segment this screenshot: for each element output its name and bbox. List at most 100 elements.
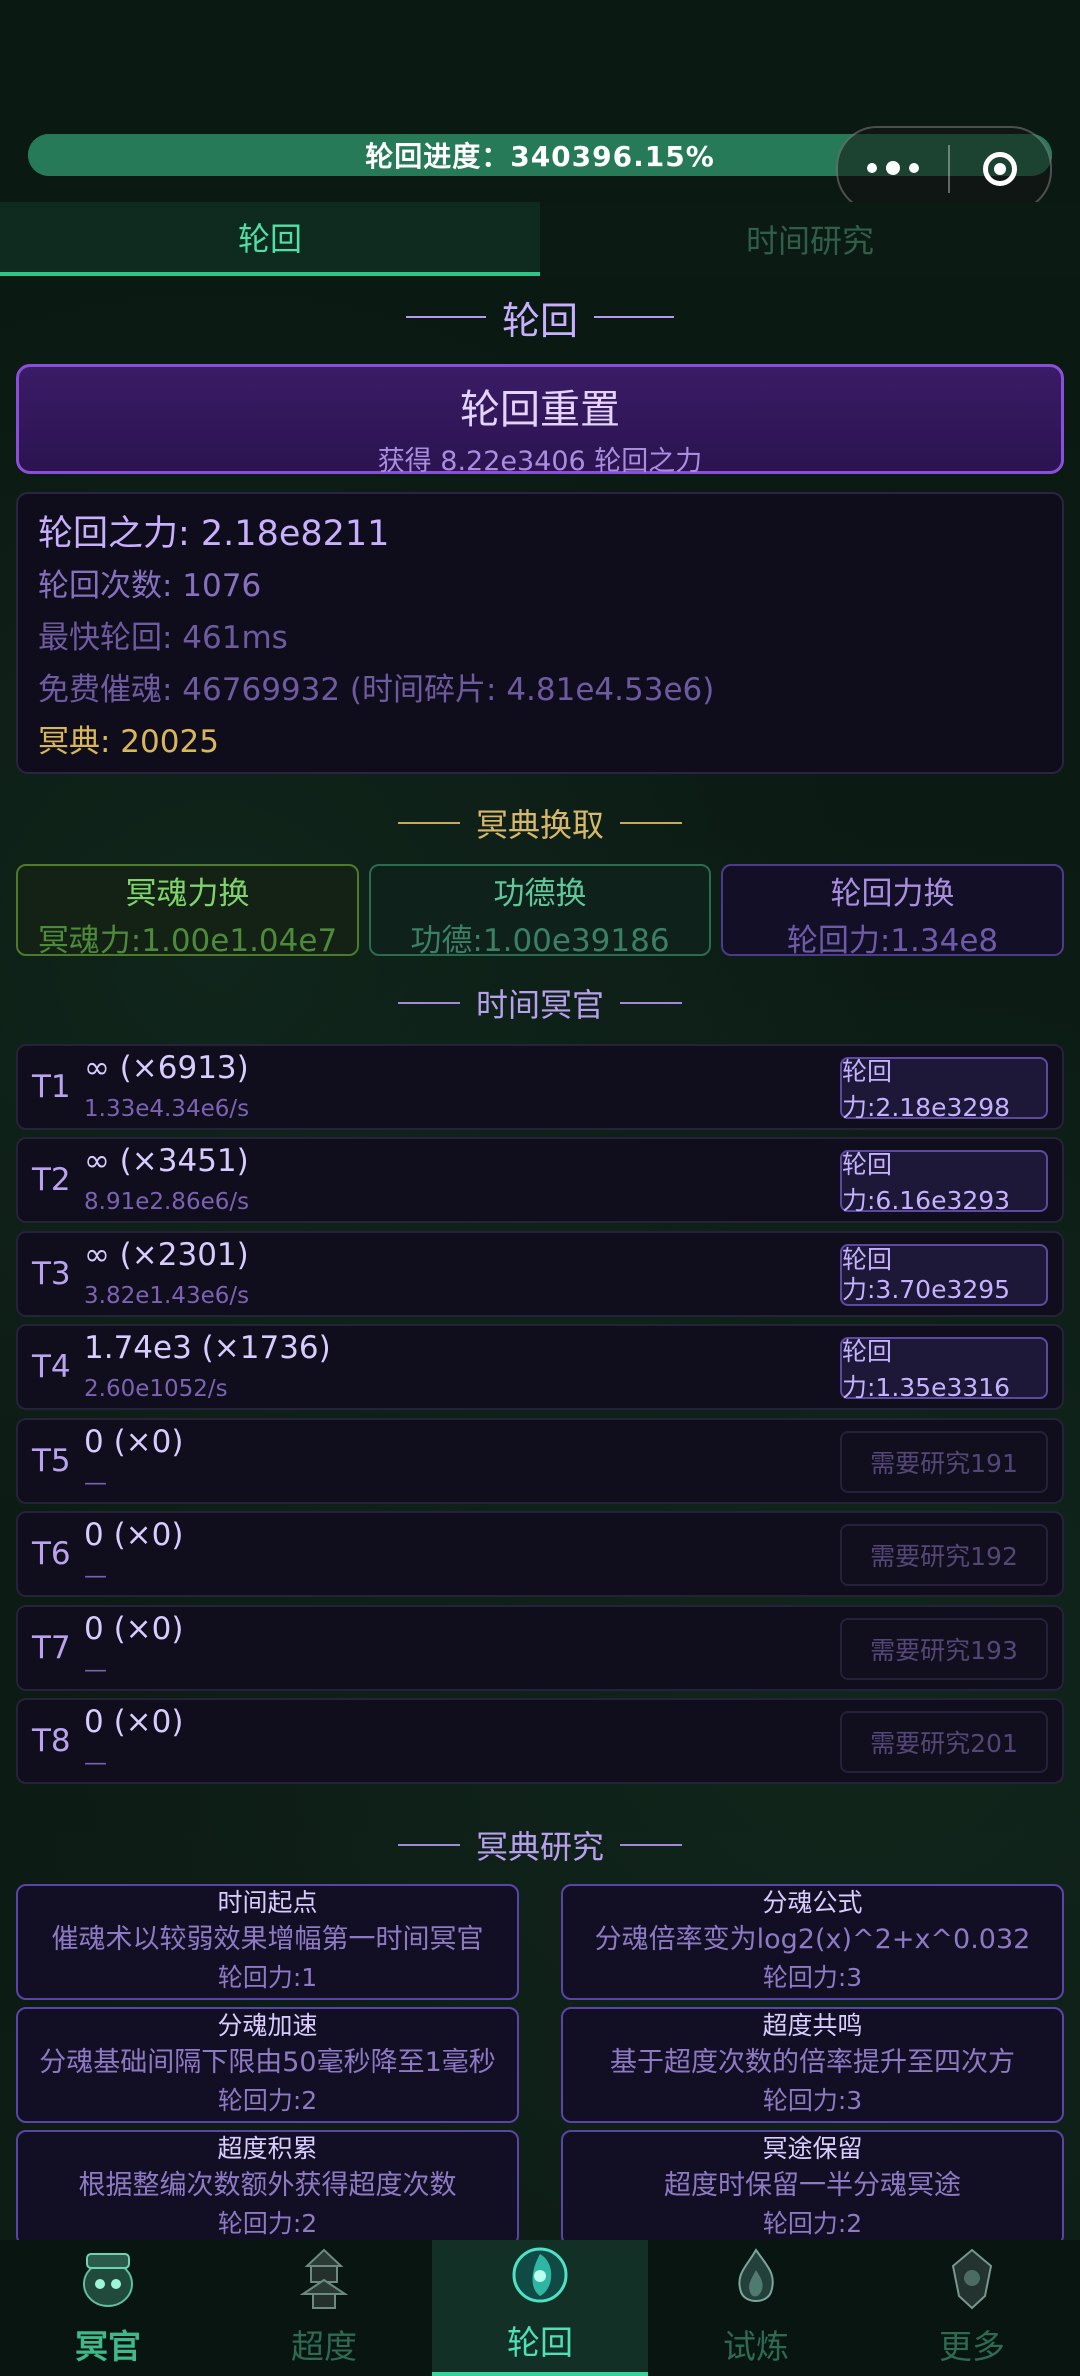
section-header-time-officials: 时间冥官 [0,980,1080,1026]
tab-lunhui[interactable]: 轮回 [0,202,540,276]
research-name: 分魂加速 [217,2011,318,2040]
research-name: 时间起点 [217,1888,318,1917]
exchange-title: 轮回力换 [830,876,955,912]
buy-time-official-button[interactable]: 轮回力:1.35e3316 [840,1337,1048,1402]
time-official-label: T2 [32,1162,71,1198]
exchange-title: 功德换 [493,876,587,912]
time-official-row: T2 ∞ (×3451) 8.91e2.86e6/s 轮回力:6.16e3293 [16,1137,1064,1223]
research-cost: 轮回力:2 [762,2209,863,2238]
close-target-icon[interactable] [950,152,1050,186]
exchange-title: 冥魂力换 [125,876,250,912]
time-official-label: T5 [32,1443,71,1479]
research-desc: 催魂术以较弱效果增幅第一时间冥官 [51,1924,484,1955]
research-name: 冥途保留 [762,2134,863,2163]
time-official-amount: ∞ (×3451) [84,1143,249,1179]
time-official-rate: 2.60e1052/s [84,1376,228,1402]
miniprogram-capsule [836,126,1052,212]
more-emblem-icon [951,2248,993,2310]
nav-item-chaodu[interactable]: 超度 [216,2240,432,2376]
exchange-cost: 功德:1.00e39186 [410,923,670,959]
exchange-cost: 轮回力:1.34e8 [786,923,999,959]
nav-item-mingguan[interactable]: 冥官 [0,2240,216,2376]
reincarnation-reset-button[interactable]: 轮回重置 获得 8.22e3406 轮回之力 [16,364,1064,477]
research-card[interactable]: 超度共鸣 基于超度次数的倍率提升至四次方 轮回力:3 [561,2007,1064,2123]
locked-time-official-button[interactable]: 需要研究192 [840,1524,1048,1586]
nav-label: 更多 [939,2327,1005,2366]
trial-flame-icon [738,2248,774,2302]
research-card[interactable]: 冥途保留 超度时保留一半分魂冥途 轮回力:2 [561,2130,1064,2246]
stat-free-soul: 免费催魂: 46769932 (时间碎片: 4.81e4.53e6) [38,672,715,708]
exchange-reincarnation-power-button[interactable]: 轮回力换 轮回力:1.34e8 [721,864,1064,959]
section-title: 轮回 [501,298,578,343]
time-official-rate: — [84,1563,107,1589]
time-official-label: T1 [32,1069,71,1105]
research-cost: 轮回力:3 [762,2086,863,2115]
time-official-amount: 1.74e3 (×1736) [84,1330,331,1366]
time-official-rate: 1.33e4.34e6/s [84,1096,250,1122]
section-header-research: 冥典研究 [0,1822,1080,1868]
time-official-amount: ∞ (×6913) [84,1050,249,1086]
time-official-label: T6 [32,1536,71,1572]
time-official-row: T6 0 (×0) — 需要研究192 [16,1511,1064,1597]
ghost-official-icon [83,2253,133,2307]
buy-time-official-button[interactable]: 轮回力:2.18e3298 [840,1057,1048,1122]
time-official-label: T8 [32,1723,71,1759]
research-cost: 轮回力:3 [762,1963,863,1992]
stat-power: 轮回之力: 2.18e8211 [38,514,390,554]
section-title: 冥典研究 [475,1828,604,1866]
research-name: 超度积累 [217,2134,318,2163]
time-official-amount: 0 (×0) [84,1704,184,1740]
research-desc: 分魂基础间隔下限由50毫秒降至1毫秒 [39,2047,496,2078]
time-official-row: T1 ∞ (×6913) 1.33e4.34e6/s 轮回力:2.18e3298 [16,1044,1064,1130]
time-official-rate: 3.82e1.43e6/s [84,1283,250,1309]
research-name: 分魂公式 [762,1888,863,1917]
reset-title: 轮回重置 [460,387,620,433]
nav-label: 超度 [291,2327,357,2366]
nav-item-more[interactable]: 更多 [864,2240,1080,2376]
time-official-rate: — [84,1470,107,1496]
nav-label: 试炼 [723,2327,789,2366]
section-title: 时间冥官 [475,986,604,1024]
stats-panel: 轮回之力: 2.18e8211 轮回次数: 1076 最快轮回: 461ms 免… [16,492,1064,774]
nav-item-shilian[interactable]: 试炼 [648,2240,864,2376]
research-card[interactable]: 分魂加速 分魂基础间隔下限由50毫秒降至1毫秒 轮回力:2 [16,2007,519,2123]
research-card[interactable]: 超度积累 根据整编次数额外获得超度次数 轮回力:2 [16,2130,519,2246]
research-desc: 分魂倍率变为log2(x)^2+x^0.032 [594,1924,1031,1955]
research-card[interactable]: 时间起点 催魂术以较弱效果增幅第一时间冥官 轮回力:1 [16,1884,519,2000]
time-official-rate: — [84,1750,107,1776]
stat-mingdian: 冥典: 20025 [38,724,219,760]
time-official-label: T3 [32,1256,71,1292]
research-desc: 基于超度次数的倍率提升至四次方 [610,2047,1015,2078]
research-cost: 轮回力:1 [217,1963,318,1992]
time-official-amount: ∞ (×2301) [84,1237,249,1273]
research-cost: 轮回力:2 [217,2086,318,2115]
time-official-amount: 0 (×0) [84,1424,184,1460]
stat-count: 轮回次数: 1076 [38,568,262,604]
progress-label: 轮回进度：340396.15% [365,140,715,173]
buy-time-official-button[interactable]: 轮回力:6.16e3293 [840,1150,1048,1215]
more-menu-icon[interactable] [838,161,948,175]
section-title: 冥典换取 [475,806,604,844]
time-official-label: T7 [32,1630,71,1666]
pagoda-icon [299,2248,349,2309]
research-card[interactable]: 分魂公式 分魂倍率变为log2(x)^2+x^0.032 轮回力:3 [561,1884,1064,2000]
exchange-merit-button[interactable]: 功德换 功德:1.00e39186 [369,864,711,959]
reincarnation-icon [512,2247,568,2303]
time-official-row: T3 ∞ (×2301) 3.82e1.43e6/s 轮回力:3.70e3295 [16,1231,1064,1317]
stat-fastest: 最快轮回: 461ms [38,620,288,656]
locked-time-official-button[interactable]: 需要研究201 [840,1711,1048,1773]
time-official-row: T5 0 (×0) — 需要研究191 [16,1418,1064,1504]
time-official-amount: 0 (×0) [84,1611,184,1647]
section-header-lunhui: 轮回 [0,292,1080,343]
tab-time-research[interactable]: 时间研究 [540,202,1080,276]
buy-time-official-button[interactable]: 轮回力:3.70e3295 [840,1244,1048,1306]
tab-bar: 轮回 时间研究 [0,202,1080,276]
nav-item-lunhui[interactable]: 轮回 [432,2240,648,2376]
locked-time-official-button[interactable]: 需要研究193 [840,1618,1048,1680]
locked-time-official-button[interactable]: 需要研究191 [840,1431,1048,1493]
research-desc: 根据整编次数额外获得超度次数 [78,2170,457,2201]
nav-label: 冥官 [75,2327,141,2366]
exchange-soul-power-button[interactable]: 冥魂力换 冥魂力:1.00e1.04e7 [16,864,359,959]
research-name: 超度共鸣 [762,2011,863,2040]
reset-subtitle: 获得 8.22e3406 轮回之力 [377,446,703,477]
